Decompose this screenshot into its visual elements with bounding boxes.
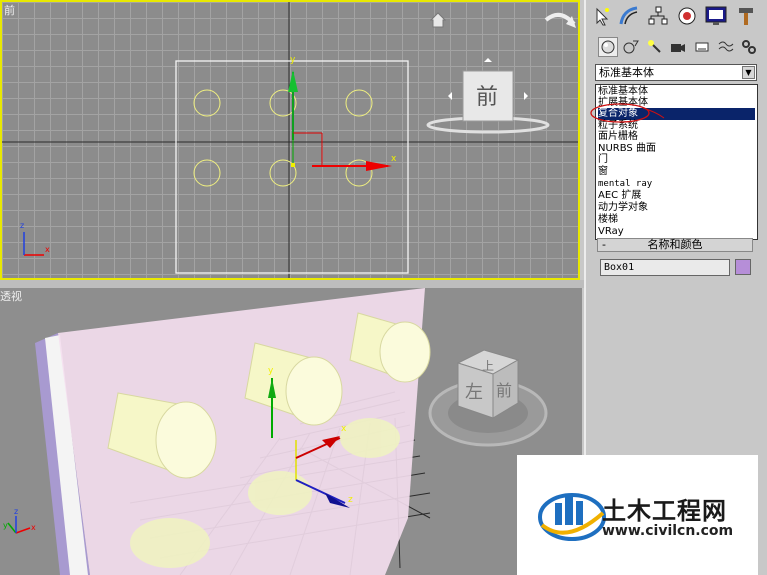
home-icon[interactable] [429,12,447,28]
object-name-field[interactable]: Box01 [600,259,730,276]
object-color-swatch[interactable] [735,259,751,275]
viewcube-face-left: 左 [465,382,483,403]
chevron-down-icon[interactable]: ▼ [742,66,755,79]
lights-subtab-icon[interactable] [645,37,665,57]
rollout-toggle[interactable]: - [602,239,606,251]
dropdown-option[interactable]: mental ray [598,178,755,190]
perspective-viewport[interactable]: 透视 y x z z y x 左 前 上 [0,288,582,575]
tripod-label-x: x [45,245,50,254]
watermark-title: 土木工程网 [602,497,727,525]
dropdown-option[interactable]: 面片栅格 [598,131,755,143]
modify-tab-icon[interactable] [617,4,641,28]
hierarchy-tab-icon[interactable] [646,4,670,28]
tripod-label-x: x [31,523,36,532]
cylinder-outline [193,89,221,117]
tripod-label-z: z [20,221,24,230]
utilities-tab-icon[interactable] [734,4,758,28]
viewcube-face-front: 前 [496,381,512,400]
gizmo-axis-label-y: y [290,55,296,65]
gizmo-axis-label-y: y [268,366,274,376]
name-and-color-rollout[interactable]: - 名称和颜色 [597,238,753,252]
create-tab-icon[interactable] [590,4,614,28]
dropdown-option[interactable]: 动力学对象 [598,202,755,214]
space-warps-subtab-icon[interactable] [716,37,736,57]
rotate-view-icon[interactable] [542,10,578,46]
tripod-label-y: y [3,521,8,530]
watermark-url: www.civilcn.com [602,523,734,539]
dropdown-value: 标准基本体 [599,66,654,79]
dropdown-option[interactable]: 楼梯 [598,214,755,226]
perspective-viewport-canvas: y x z z y x 左 前 上 [3,288,548,575]
watermark: 土木工程网 www.civilcn.com [517,455,758,575]
cameras-subtab-icon[interactable] [668,37,688,57]
rollout-title: 名称和颜色 [647,238,703,251]
tripod-label-z: z [14,507,18,516]
annotation-circle [590,103,665,123]
motion-tab-icon[interactable] [675,4,699,28]
helpers-subtab-icon[interactable] [692,37,712,57]
cylinder-outline [193,159,221,187]
dropdown-option[interactable]: VRay [598,226,755,238]
geometry-subtab-icon[interactable] [598,37,618,57]
cylinder-outline [345,89,373,117]
front-viewport-canvas: y x z x 前 [2,2,578,278]
front-viewport[interactable]: 前 y x z x 前 [0,0,580,280]
dropdown-option[interactable]: AEC 扩展 [598,190,755,202]
shapes-subtab-icon[interactable] [621,37,641,57]
viewcube-face-top: 上 [482,359,494,373]
viewport-divider[interactable] [0,280,584,288]
viewcube-face-label: 前 [476,85,498,110]
display-tab-icon[interactable] [704,4,728,28]
gizmo-axis-label-x: x [341,424,347,434]
dropdown-option[interactable]: 门 [598,154,755,166]
gizmo-axis-label-z: z [348,495,353,505]
systems-subtab-icon[interactable] [739,37,759,57]
watermark-logo [538,493,606,541]
dropdown-option[interactable]: 窗 [598,166,755,178]
axis-tripod-front [23,232,44,256]
axis-tripod-perspective [7,516,31,534]
move-gizmo [288,70,392,171]
gizmo-axis-label-x: x [391,154,397,164]
object-type-dropdown[interactable]: 标准基本体 ▼ [595,64,757,81]
